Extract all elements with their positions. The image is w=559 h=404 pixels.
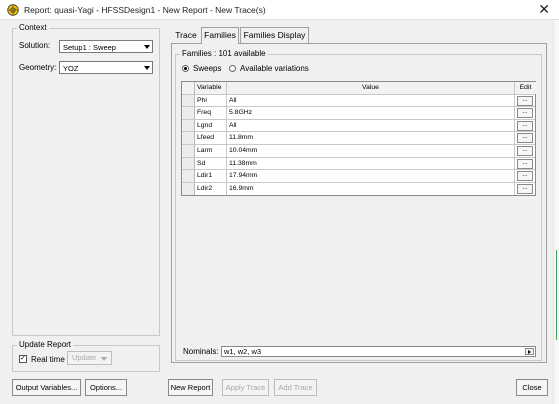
edit-cell: ...: [515, 158, 536, 170]
variable-cell: Lfeed: [195, 132, 227, 144]
tab-families-label: Families: [204, 30, 236, 40]
sweeps-radio-label: Sweeps: [193, 64, 222, 73]
close-icon[interactable]: ✕: [538, 2, 550, 16]
row-selector[interactable]: [182, 107, 195, 119]
edit-button[interactable]: ...: [517, 145, 533, 156]
table-row[interactable]: Phi All ...: [182, 94, 536, 108]
row-selector[interactable]: [182, 132, 195, 144]
value-cell[interactable]: 11.38mm: [227, 157, 515, 170]
available-variations-label: Available variations: [240, 64, 309, 73]
table-row[interactable]: Lgnd All ...: [182, 119, 536, 133]
value-cell[interactable]: 17.94mm: [227, 170, 515, 182]
value-cell[interactable]: 11.8mm: [227, 132, 515, 144]
edit-column-header: Edit: [515, 82, 536, 94]
value-cell[interactable]: 5.8GHz: [227, 107, 515, 119]
variable-cell: Larm: [195, 144, 227, 157]
row-selector[interactable]: [182, 157, 195, 170]
edit-cell: ...: [515, 95, 536, 107]
variable-cell: Lgnd: [195, 119, 227, 132]
nominals-field[interactable]: w1, w2, w3: [221, 346, 536, 357]
variables-table: Variable Value Edit Phi All ... Freq 5.8…: [181, 81, 536, 197]
solution-label: Solution:: [19, 41, 51, 50]
value-cell[interactable]: All: [227, 119, 515, 132]
nominals-value: w1, w2, w3: [224, 347, 262, 356]
table-row[interactable]: Lfeed 11.8mm ...: [182, 132, 535, 145]
solution-value: Setup1 : Sweep: [63, 43, 116, 52]
edit-cell: ...: [515, 183, 536, 196]
geometry-label: Geometry:: [19, 63, 57, 72]
chevron-down-icon: [101, 357, 107, 361]
geometry-dropdown[interactable]: YOZ: [59, 61, 153, 74]
table-row[interactable]: Ldir2 16.9mm ...: [182, 182, 536, 196]
solution-dropdown[interactable]: Setup1 : Sweep: [59, 40, 153, 53]
variable-cell: Freq: [195, 107, 227, 119]
update-report-label: Update Report: [17, 340, 74, 349]
variable-cell: Ldir1: [195, 170, 227, 182]
chevron-right-icon[interactable]: [525, 348, 534, 355]
edit-button[interactable]: ...: [517, 95, 533, 106]
close-button[interactable]: Close: [516, 379, 548, 396]
tab-trace[interactable]: Trace: [171, 27, 201, 43]
title-bar: Report: quasi-Yagi - HFSSDesign1 - New R…: [0, 0, 559, 20]
row-selector[interactable]: [182, 170, 195, 182]
chevron-down-icon: [144, 66, 150, 70]
realtime-checkbox[interactable]: ✓: [19, 355, 27, 363]
edit-button[interactable]: ...: [517, 133, 533, 144]
add-trace-button[interactable]: Add Trace: [274, 379, 317, 396]
tab-families-display[interactable]: Families Display: [240, 27, 309, 43]
context-group-label: Context: [17, 23, 49, 32]
nominals-label: Nominals:: [183, 347, 219, 356]
families-count-label: Families : 101 available: [180, 49, 268, 58]
tab-families[interactable]: Families: [201, 27, 239, 44]
variable-cell: Ldir2: [195, 182, 227, 196]
variable-cell: Phi: [195, 94, 227, 107]
table-row[interactable]: Ldir1 17.94mm ...: [182, 170, 535, 183]
edit-cell: ...: [515, 120, 536, 132]
table-header-row: Variable Value Edit: [182, 82, 536, 95]
context-group: Context: [12, 23, 160, 336]
variable-column-header: Variable: [195, 82, 227, 94]
edit-cell: ...: [515, 132, 536, 144]
hfss-logo-icon: [7, 4, 19, 16]
value-cell[interactable]: 16.9mm: [227, 182, 515, 196]
output-variables-button[interactable]: Output Variables...: [12, 379, 81, 396]
realtime-label: Real time: [31, 355, 65, 364]
update-button[interactable]: Update: [67, 351, 112, 365]
options-button[interactable]: Options...: [85, 379, 127, 396]
chevron-down-icon: [144, 45, 150, 49]
row-selector[interactable]: [182, 144, 195, 157]
background-plot-edge: [553, 20, 559, 404]
value-cell[interactable]: 10.04mm: [227, 144, 515, 157]
table-row[interactable]: Larm 10.04mm ...: [182, 144, 536, 158]
value-column-header: Value: [227, 82, 515, 94]
row-selector[interactable]: [182, 119, 195, 132]
edit-button[interactable]: ...: [517, 183, 533, 194]
value-cell[interactable]: All: [227, 94, 515, 107]
update-button-label: Update: [72, 353, 97, 362]
row-selector[interactable]: [182, 182, 195, 196]
geometry-value: YOZ: [63, 64, 79, 73]
edit-button[interactable]: ...: [517, 108, 533, 119]
edit-cell: ...: [515, 145, 536, 157]
row-selector-header: [182, 82, 195, 94]
edit-cell: ...: [515, 170, 536, 182]
edit-button[interactable]: ...: [517, 171, 533, 182]
new-report-button[interactable]: New Report: [168, 379, 213, 396]
edit-cell: ...: [515, 107, 536, 119]
row-selector[interactable]: [182, 94, 195, 107]
available-variations-radio[interactable]: [229, 65, 236, 72]
edit-button[interactable]: ...: [517, 120, 533, 131]
table-row[interactable]: Freq 5.8GHz ...: [182, 107, 535, 120]
variable-cell: Sd: [195, 157, 227, 170]
sweeps-radio[interactable]: [182, 65, 189, 72]
tab-families-display-label: Families Display: [243, 30, 306, 40]
tab-trace-label: Trace: [175, 30, 197, 40]
window-title: Report: quasi-Yagi - HFSSDesign1 - New R…: [24, 5, 266, 15]
table-row[interactable]: Sd 11.38mm ...: [182, 157, 536, 171]
apply-trace-button[interactable]: Apply Trace: [222, 379, 269, 396]
edit-button[interactable]: ...: [517, 158, 533, 169]
